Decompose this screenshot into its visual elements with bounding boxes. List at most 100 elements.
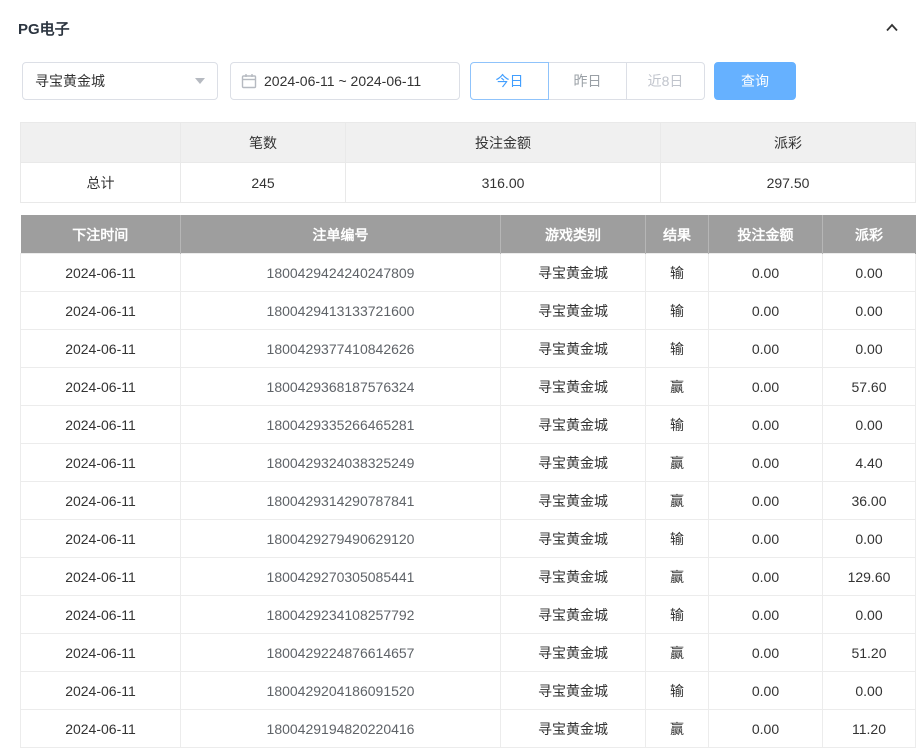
pg-panel: PG电子 寻宝黄金城 2024-06-11 ~ 2024-06-11 今日 昨日: [0, 0, 924, 748]
cell-bet-amount: 0.00: [709, 444, 823, 482]
summary-header-row: 笔数 投注金额 派彩: [21, 123, 916, 163]
cell-ticket-no: 1800429234108257792: [181, 596, 501, 634]
cell-payout: 36.00: [823, 482, 916, 520]
cell-payout: 0.00: [823, 672, 916, 710]
cell-result: 赢: [646, 558, 709, 596]
panel-header: PG电子: [0, 0, 924, 48]
bet-table: 下注时间 注单编号 游戏类别 结果 投注金额 派彩 2024-06-11 180…: [20, 215, 916, 748]
cell-result: 输: [646, 254, 709, 292]
cell-bet-time: 2024-06-11: [21, 482, 181, 520]
cell-bet-time: 2024-06-11: [21, 292, 181, 330]
cell-bet-time: 2024-06-11: [21, 672, 181, 710]
today-button[interactable]: 今日: [470, 62, 549, 100]
cell-bet-time: 2024-06-11: [21, 634, 181, 672]
cell-ticket-no: 1800429377410842626: [181, 330, 501, 368]
cell-bet-amount: 0.00: [709, 672, 823, 710]
header-ticket-no: 注单编号: [181, 216, 501, 254]
cell-bet-amount: 0.00: [709, 596, 823, 634]
cell-result: 输: [646, 672, 709, 710]
cell-game-type: 寻宝黄金城: [501, 406, 646, 444]
cell-bet-time: 2024-06-11: [21, 444, 181, 482]
cell-payout: 57.60: [823, 368, 916, 406]
cell-ticket-no: 1800429335266465281: [181, 406, 501, 444]
cell-bet-amount: 0.00: [709, 254, 823, 292]
cell-ticket-no: 1800429194820220416: [181, 710, 501, 748]
cell-bet-amount: 0.00: [709, 406, 823, 444]
table-row: 2024-06-11 1800429194820220416 寻宝黄金城 赢 0…: [21, 710, 916, 748]
cell-game-type: 寻宝黄金城: [501, 254, 646, 292]
cell-result: 输: [646, 406, 709, 444]
cell-ticket-no: 1800429368187576324: [181, 368, 501, 406]
header-bet-time: 下注时间: [21, 216, 181, 254]
summary-total-label: 总计: [21, 163, 181, 203]
cell-payout: 0.00: [823, 254, 916, 292]
summary-total-row: 总计 245 316.00 297.50: [21, 163, 916, 203]
cell-result: 输: [646, 292, 709, 330]
last-8-days-button[interactable]: 近8日: [626, 62, 705, 100]
cell-ticket-no: 1800429204186091520: [181, 672, 501, 710]
cell-game-type: 寻宝黄金城: [501, 672, 646, 710]
summary-header-blank: [21, 123, 181, 163]
summary-header-count: 笔数: [181, 123, 346, 163]
cell-result: 输: [646, 596, 709, 634]
cell-payout: 51.20: [823, 634, 916, 672]
calendar-icon: [241, 73, 257, 89]
table-row: 2024-06-11 1800429279490629120 寻宝黄金城 输 0…: [21, 520, 916, 558]
cell-payout: 0.00: [823, 520, 916, 558]
cell-bet-amount: 0.00: [709, 520, 823, 558]
header-game-type: 游戏类别: [501, 216, 646, 254]
table-row: 2024-06-11 1800429424240247809 寻宝黄金城 输 0…: [21, 254, 916, 292]
cell-result: 赢: [646, 634, 709, 672]
cell-game-type: 寻宝黄金城: [501, 558, 646, 596]
cell-bet-amount: 0.00: [709, 710, 823, 748]
table-row: 2024-06-11 1800429377410842626 寻宝黄金城 输 0…: [21, 330, 916, 368]
summary-table: 笔数 投注金额 派彩 总计 245 316.00 297.50: [20, 122, 916, 203]
bet-table-header-row: 下注时间 注单编号 游戏类别 结果 投注金额 派彩: [21, 216, 916, 254]
cell-payout: 0.00: [823, 406, 916, 444]
cell-ticket-no: 1800429279490629120: [181, 520, 501, 558]
yesterday-button[interactable]: 昨日: [548, 62, 627, 100]
cell-bet-time: 2024-06-11: [21, 330, 181, 368]
collapse-chevron-up-icon[interactable]: [880, 16, 904, 40]
cell-game-type: 寻宝黄金城: [501, 710, 646, 748]
cell-result: 赢: [646, 444, 709, 482]
cell-ticket-no: 1800429413133721600: [181, 292, 501, 330]
cell-bet-amount: 0.00: [709, 634, 823, 672]
cell-game-type: 寻宝黄金城: [501, 596, 646, 634]
table-row: 2024-06-11 1800429224876614657 寻宝黄金城 赢 0…: [21, 634, 916, 672]
cell-bet-time: 2024-06-11: [21, 368, 181, 406]
cell-bet-time: 2024-06-11: [21, 254, 181, 292]
filter-row: 寻宝黄金城 2024-06-11 ~ 2024-06-11 今日 昨日 近8日 …: [22, 62, 924, 100]
table-row: 2024-06-11 1800429234108257792 寻宝黄金城 输 0…: [21, 596, 916, 634]
game-select[interactable]: 寻宝黄金城: [22, 62, 218, 100]
summary-header-payout: 派彩: [661, 123, 916, 163]
search-button[interactable]: 查询: [714, 62, 796, 100]
cell-game-type: 寻宝黄金城: [501, 368, 646, 406]
table-row: 2024-06-11 1800429335266465281 寻宝黄金城 输 0…: [21, 406, 916, 444]
cell-payout: 129.60: [823, 558, 916, 596]
quick-date-buttons: 今日 昨日 近8日: [470, 62, 705, 100]
cell-ticket-no: 1800429424240247809: [181, 254, 501, 292]
cell-result: 输: [646, 330, 709, 368]
cell-ticket-no: 1800429324038325249: [181, 444, 501, 482]
cell-game-type: 寻宝黄金城: [501, 292, 646, 330]
summary-total-payout: 297.50: [661, 163, 916, 203]
cell-bet-time: 2024-06-11: [21, 520, 181, 558]
cell-ticket-no: 1800429314290787841: [181, 482, 501, 520]
header-bet-amount: 投注金额: [709, 216, 823, 254]
header-result: 结果: [646, 216, 709, 254]
cell-bet-amount: 0.00: [709, 330, 823, 368]
cell-result: 输: [646, 520, 709, 558]
chevron-down-icon: [195, 78, 205, 84]
header-payout: 派彩: [823, 216, 916, 254]
table-row: 2024-06-11 1800429324038325249 寻宝黄金城 赢 0…: [21, 444, 916, 482]
cell-game-type: 寻宝黄金城: [501, 634, 646, 672]
cell-bet-time: 2024-06-11: [21, 710, 181, 748]
cell-result: 赢: [646, 482, 709, 520]
table-row: 2024-06-11 1800429413133721600 寻宝黄金城 输 0…: [21, 292, 916, 330]
summary-total-count: 245: [181, 163, 346, 203]
date-range-input[interactable]: 2024-06-11 ~ 2024-06-11: [230, 62, 460, 100]
cell-game-type: 寻宝黄金城: [501, 330, 646, 368]
panel-title: PG电子: [18, 18, 70, 39]
table-row: 2024-06-11 1800429204186091520 寻宝黄金城 输 0…: [21, 672, 916, 710]
